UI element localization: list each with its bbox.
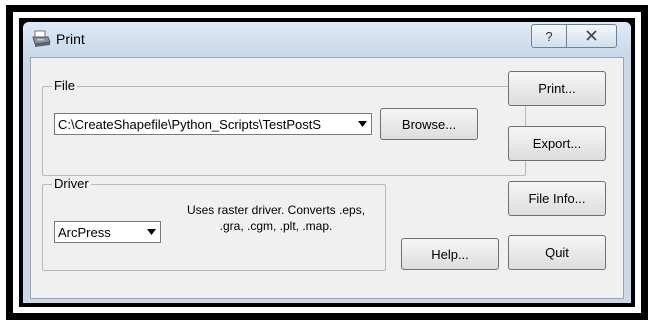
print-dialog: Print ? File C:\CreateShapefile\Python_S…: [23, 22, 631, 303]
chevron-down-icon[interactable]: [143, 223, 159, 241]
screenshot-border-inner: Print ? File C:\CreateShapefile\Python_S…: [19, 18, 635, 307]
screenshot-border-outer: Print ? File C:\CreateShapefile\Python_S…: [6, 5, 648, 320]
driver-combo[interactable]: ArcPress: [54, 221, 161, 243]
screenshot-border-white: Print ? File C:\CreateShapefile\Python_S…: [13, 12, 641, 313]
driver-description: Uses raster driver. Converts .eps, .gra,…: [186, 203, 366, 233]
file-info-button[interactable]: File Info...: [508, 181, 606, 216]
export-button[interactable]: Export...: [508, 126, 606, 161]
file-group: File C:\CreateShapefile\Python_Scripts\T…: [42, 78, 526, 176]
browse-button[interactable]: Browse...: [380, 108, 478, 140]
chevron-down-icon[interactable]: [354, 115, 370, 133]
driver-group-label: Driver: [52, 176, 91, 191]
dialog-client-area: File C:\CreateShapefile\Python_Scripts\T…: [30, 57, 624, 299]
title-help-button[interactable]: ?: [531, 24, 567, 48]
close-icon: [586, 29, 597, 44]
driver-group: Driver ArcPress Uses raster driver. Conv…: [42, 176, 386, 271]
help-icon: ?: [545, 28, 553, 44]
help-button[interactable]: Help...: [401, 238, 499, 270]
printer-icon: [31, 30, 51, 48]
driver-selected-value: ArcPress: [58, 225, 111, 240]
file-path-combo[interactable]: C:\CreateShapefile\Python_Scripts\TestPo…: [54, 113, 372, 135]
title-close-button[interactable]: [566, 24, 617, 48]
print-button[interactable]: Print...: [508, 71, 606, 106]
file-group-label: File: [52, 78, 77, 93]
file-path-value: C:\CreateShapefile\Python_Scripts\TestPo…: [58, 117, 322, 132]
quit-button[interactable]: Quit: [508, 235, 606, 270]
window-title: Print: [56, 31, 85, 47]
title-bar[interactable]: Print ?: [23, 22, 631, 56]
